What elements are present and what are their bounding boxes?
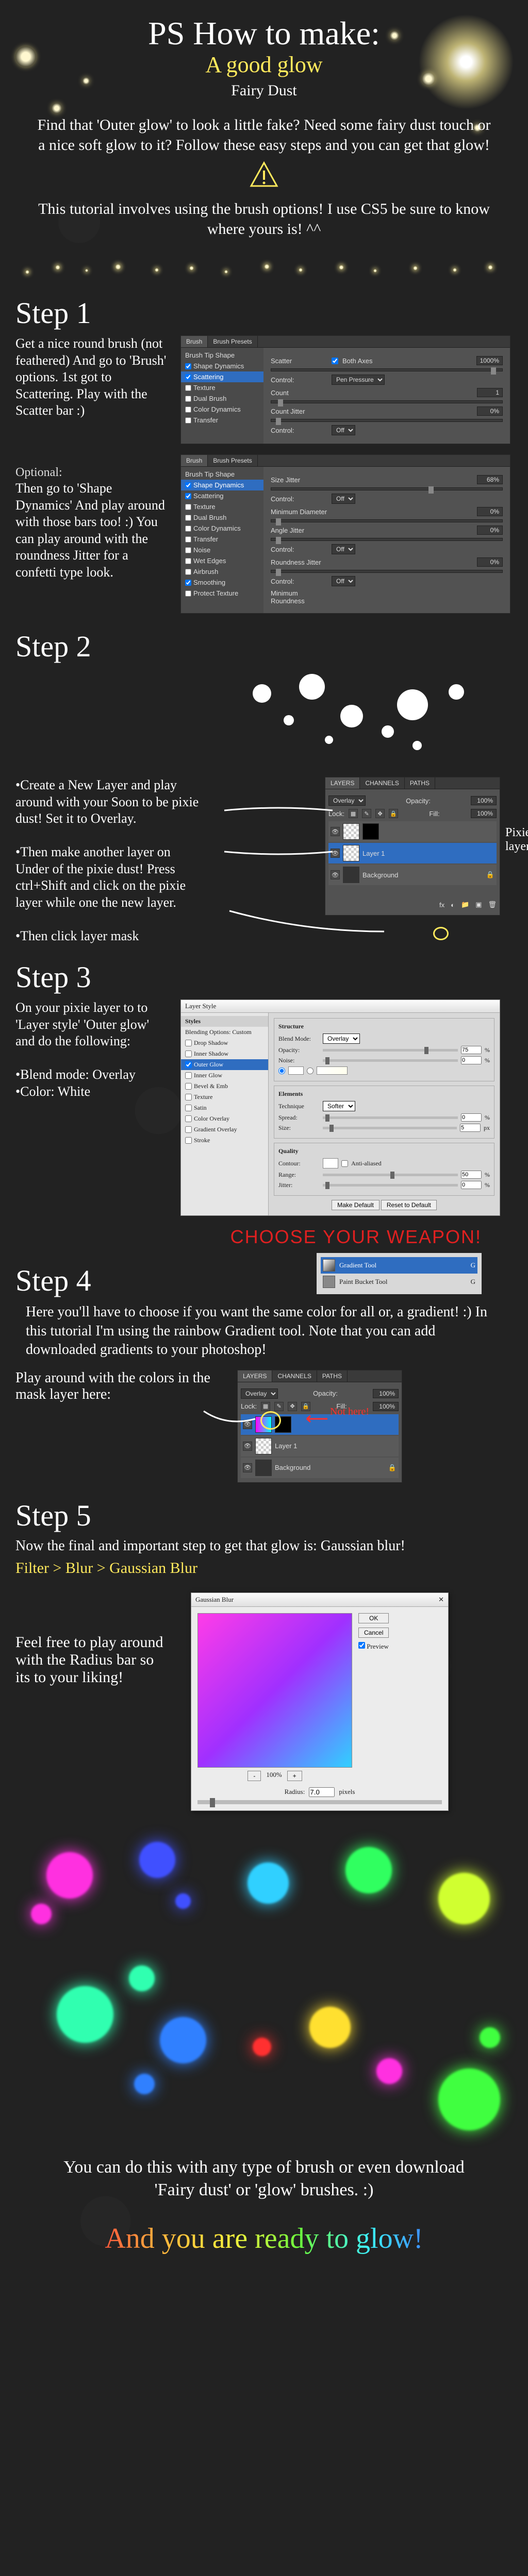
count-jitter-control[interactable]: Off: [332, 425, 355, 435]
dialog-title: Gaussian Blur: [195, 1596, 234, 1604]
ok-button[interactable]: OK: [358, 1613, 389, 1623]
scatter-value: 1000%: [476, 356, 503, 365]
close-icon[interactable]: ✕: [438, 1596, 444, 1604]
gaussian-blur-dialog: Gaussian Blur✕ - 100% + OK Cancel Previe…: [191, 1592, 449, 1811]
layer-row[interactable]: 👁Background🔒: [328, 865, 497, 885]
step5-feel-free: Feel free to play around with the Radius…: [15, 1634, 170, 1686]
scattering-item[interactable]: Scattering: [181, 371, 263, 382]
scatter-control-select[interactable]: Pen Pressure: [332, 375, 385, 385]
brush-options-list: Brush Tip Shape Shape Dynamics Scatterin…: [181, 348, 263, 444]
mask-icon[interactable]: ◐: [451, 901, 455, 909]
step2-text: •Create a New Layer and play around with…: [15, 777, 201, 944]
radius-slider[interactable]: [197, 1800, 442, 1804]
color-swatch[interactable]: [288, 1066, 304, 1075]
gradient-tool-icon: [323, 1259, 335, 1272]
not-here-annotation: Not here!: [330, 1406, 369, 1418]
gradient-swatch[interactable]: [317, 1066, 348, 1075]
count-jitter-slider[interactable]: [271, 419, 503, 422]
glow-result-example: [15, 1832, 513, 2141]
page-title: PS How to make:: [15, 15, 513, 52]
step4-heading: Step 4: [15, 1263, 91, 1298]
fairy-lights-divider: [15, 255, 513, 280]
blend-mode-select[interactable]: Overlay: [323, 1033, 360, 1044]
brush-panel-scattering: Brush Brush Presets Brush Tip Shape Shap…: [180, 335, 510, 444]
count-slider[interactable]: [271, 400, 503, 403]
rainbow-closing: And you are ready to glow!: [15, 2222, 513, 2255]
new-layer-icon[interactable]: ▣: [475, 901, 482, 909]
gradient-tool-item[interactable]: Gradient ToolG: [321, 1257, 477, 1274]
step1-optional: Optional: Then go to 'Shape Dynamics' An…: [15, 454, 170, 614]
make-default-button[interactable]: Make Default: [332, 1200, 380, 1210]
outro-text: You can do this with any type of brush o…: [46, 2156, 482, 2201]
layer-row[interactable]: 👁Layer 1: [328, 843, 497, 863]
transfer-item[interactable]: Transfer: [181, 415, 263, 426]
byline: Fairy Dust: [15, 82, 513, 99]
paint-bucket-item[interactable]: Paint Bucket ToolG: [321, 1274, 477, 1290]
step4-play-text: Play around with the colors in the mask …: [15, 1370, 222, 1403]
scatter-label: Scatter: [271, 357, 327, 365]
brush-panel-shape: Brush Brush Presets Brush Tip Shape Shap…: [180, 454, 510, 614]
brush-presets-tab[interactable]: Brush Presets: [208, 336, 257, 347]
scatter-slider[interactable]: [271, 368, 503, 371]
dialog-title: Layer Style: [181, 1000, 500, 1013]
dual-brush-item[interactable]: Dual Brush: [181, 393, 263, 404]
brush-tip-shape-item[interactable]: Brush Tip Shape: [181, 350, 263, 361]
fx-icon[interactable]: fx: [439, 901, 444, 909]
step3-text: On your pixie layer to to 'Layer style' …: [15, 999, 170, 1216]
step5-text: Now the final and important step to get …: [15, 1538, 513, 1554]
eye-icon: 👁: [331, 870, 340, 879]
step2-heading: Step 2: [15, 629, 513, 664]
radius-input[interactable]: [309, 1787, 335, 1797]
texture-item[interactable]: Texture: [181, 382, 263, 393]
warning-icon: [15, 160, 513, 194]
choose-weapon-heading: CHOOSE YOUR WEAPON!: [15, 1226, 482, 1248]
shape-dynamics-item[interactable]: Shape Dynamics: [181, 361, 263, 371]
step5-heading: Step 5: [15, 1498, 513, 1533]
layer-style-dialog: Layer Style Styles Blending Options: Cus…: [180, 999, 500, 1216]
zoom-out-button[interactable]: -: [248, 1771, 261, 1781]
trash-icon[interactable]: 🗑: [488, 901, 497, 909]
layer-row[interactable]: 👁: [328, 821, 497, 842]
page-subtitle: A good glow: [15, 52, 513, 78]
step5-menu-path: Filter > Blur > Gaussian Blur: [15, 1560, 513, 1577]
brush-tab[interactable]: Brush: [181, 336, 208, 347]
layers-panel-mini: LAYERS CHANNELS PATHS OverlayOpacity:100…: [237, 1370, 402, 1483]
step1-heading: Step 1: [15, 296, 513, 330]
reset-default-button[interactable]: Reset to Default: [381, 1200, 437, 1210]
pixie-layer-annotation: Pixie layer: [505, 826, 528, 854]
layers-panel: LAYERS CHANNELS PATHS OverlayOpacity:100…: [325, 777, 500, 916]
zoom-in-button[interactable]: +: [287, 1771, 302, 1781]
folder-icon[interactable]: 📁: [461, 901, 469, 909]
pixie-dust-example: [222, 669, 480, 772]
lock-icon: 🔒: [486, 871, 494, 879]
step1-text: Get a nice round brush (not feathered) A…: [15, 335, 170, 444]
gaussian-preview: [197, 1613, 352, 1768]
cancel-button[interactable]: Cancel: [358, 1628, 389, 1638]
intro-note: This tutorial involves using the brush o…: [36, 199, 492, 239]
intro-text: Find that 'Outer glow' to look a little …: [36, 115, 492, 155]
tool-flyout: Gradient ToolG Paint Bucket ToolG: [317, 1253, 482, 1294]
brush-presets-tab[interactable]: Brush Presets: [208, 455, 257, 466]
step3-heading: Step 3: [15, 960, 513, 994]
eye-icon: 👁: [331, 827, 340, 836]
brush-tab[interactable]: Brush: [181, 455, 208, 466]
both-axes-checkbox[interactable]: [332, 358, 338, 364]
preview-checkbox[interactable]: [358, 1642, 365, 1649]
paint-bucket-icon: [323, 1276, 335, 1288]
color-dynamics-item[interactable]: Color Dynamics: [181, 404, 263, 415]
step4-text: Here you'll have to choose if you want t…: [26, 1303, 502, 1359]
